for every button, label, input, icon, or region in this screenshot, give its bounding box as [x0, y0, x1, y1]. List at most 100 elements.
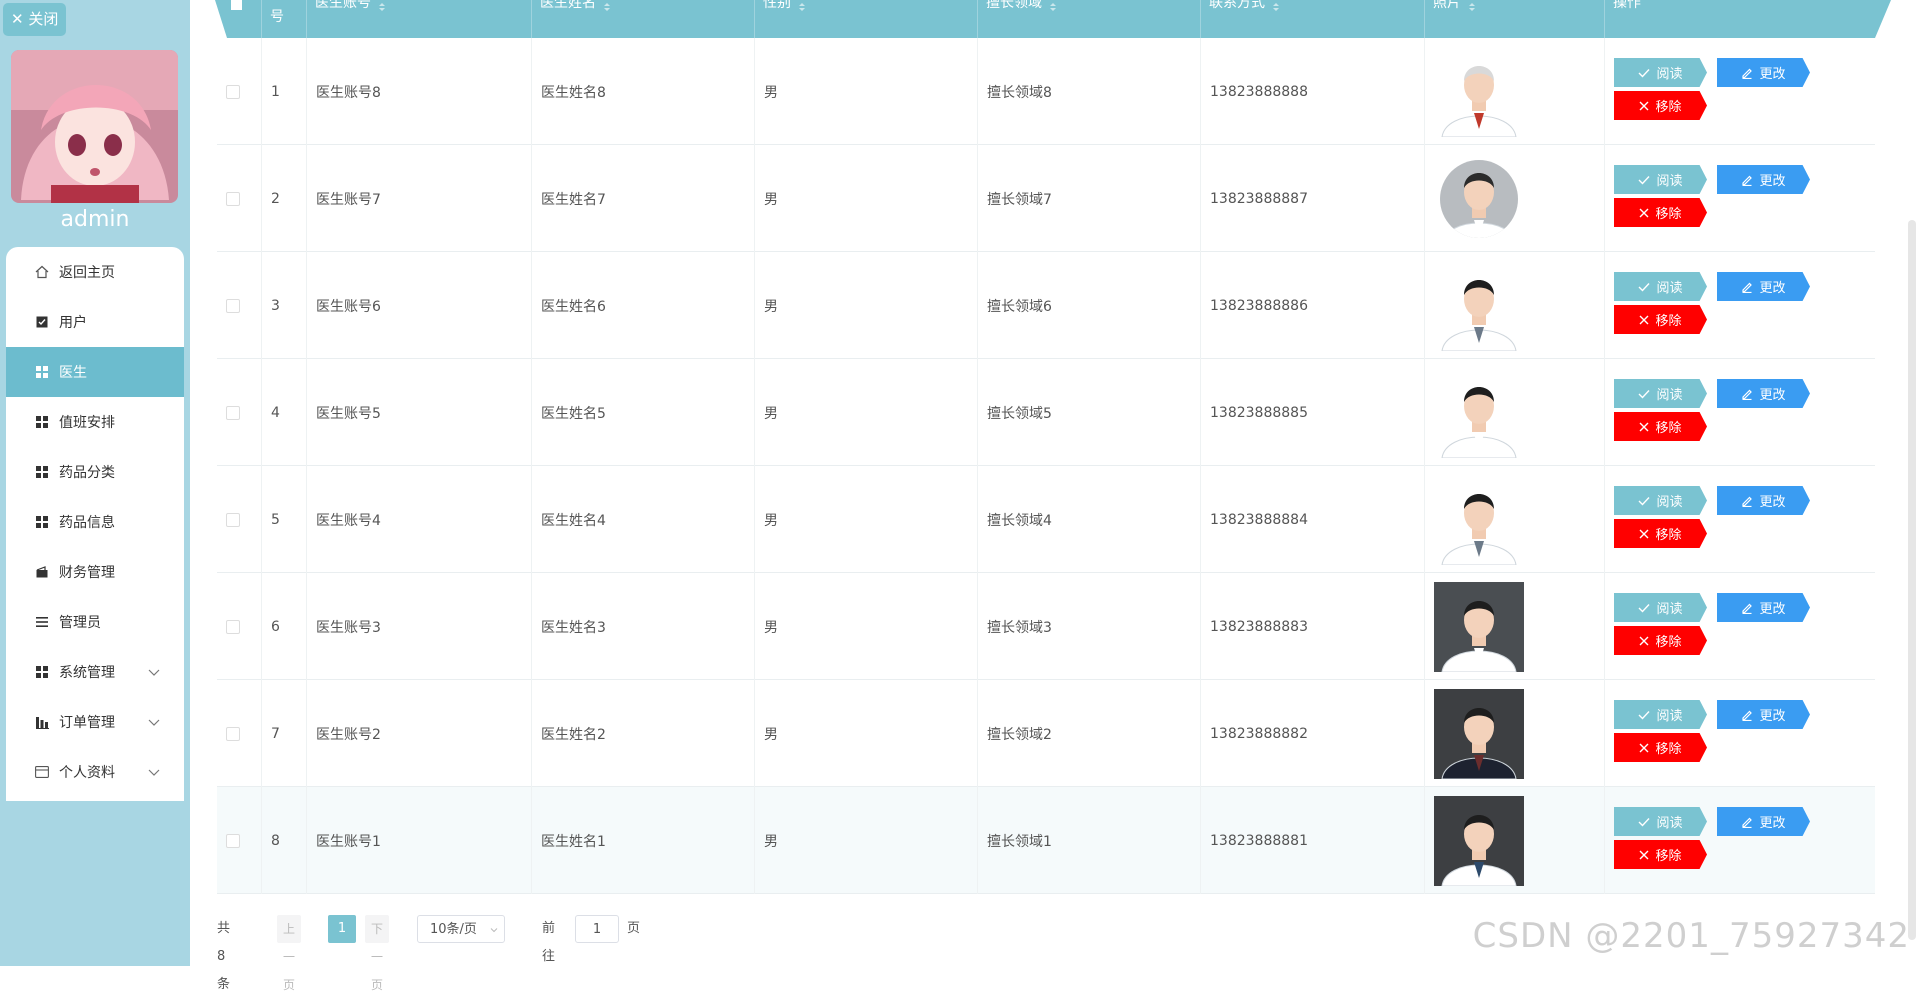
next-page-button[interactable]: 下一页	[365, 915, 390, 992]
sidebar-item-finance[interactable]: 财务管理	[6, 547, 184, 597]
row-checkbox[interactable]	[226, 619, 240, 634]
read-button[interactable]: 阅读	[1614, 700, 1707, 729]
edit-icon	[1741, 495, 1759, 507]
row-checkbox[interactable]	[226, 191, 240, 206]
header-select-all[interactable]	[217, 0, 262, 38]
sidebar-item-profile[interactable]: 个人资料	[6, 747, 184, 797]
close-icon	[1639, 101, 1655, 111]
sidebar-item-label: 值班安排	[59, 415, 115, 431]
delete-button[interactable]: 移除	[1614, 519, 1707, 548]
grid-icon	[35, 415, 49, 429]
row-checkbox[interactable]	[226, 405, 240, 420]
read-button[interactable]: 阅读	[1614, 379, 1707, 408]
table-row: 8 医生账号1 医生姓名1 男 擅长领域1 13823888881 阅读 更改 移除	[217, 787, 1875, 894]
edit-button[interactable]: 更改	[1717, 486, 1810, 515]
row-checkbox[interactable]	[226, 84, 240, 99]
delete-button[interactable]: 移除	[1614, 626, 1707, 655]
row-checkbox-cell	[217, 573, 262, 680]
photo-cell	[1425, 359, 1605, 466]
edit-button[interactable]: 更改	[1717, 379, 1810, 408]
edit-button[interactable]: 更改	[1717, 272, 1810, 301]
page-size-select[interactable]: 10条/页	[417, 915, 505, 943]
sidebar-item-doctors[interactable]: 医生	[6, 347, 184, 397]
read-button[interactable]: 阅读	[1614, 593, 1707, 622]
edit-button[interactable]: 更改	[1717, 165, 1810, 194]
close-icon	[1639, 529, 1655, 539]
header-photo[interactable]: 照片	[1425, 0, 1605, 38]
header-label: 照片	[1433, 0, 1461, 11]
delete-button[interactable]: 移除	[1614, 733, 1707, 762]
cell-text: 男	[764, 84, 778, 101]
cell-field: 擅长领域5	[978, 359, 1201, 466]
read-button[interactable]: 阅读	[1614, 165, 1707, 194]
sidebar-item-label: 药品信息	[59, 515, 115, 531]
edit-button[interactable]: 更改	[1717, 593, 1810, 622]
sidebar-item-orders[interactable]: 订单管理	[6, 697, 184, 747]
header-phone[interactable]: 联系方式	[1201, 0, 1425, 38]
header-gender[interactable]: 性别	[755, 0, 978, 38]
header-index[interactable]: 号	[262, 0, 307, 38]
doctor-photo	[1434, 688, 1524, 779]
read-button[interactable]: 阅读	[1614, 486, 1707, 515]
edit-button[interactable]: 更改	[1717, 58, 1810, 87]
header-name[interactable]: 医生姓名	[532, 0, 755, 38]
sidebar-item-drug-info[interactable]: 药品信息	[6, 497, 184, 547]
cell-field: 擅长领域8	[978, 38, 1201, 145]
cell-text: 13823888881	[1210, 832, 1308, 849]
chevron-down-icon	[148, 669, 160, 676]
close-icon	[1639, 636, 1655, 646]
sidebar-item-drug-category[interactable]: 药品分类	[6, 447, 184, 497]
sidebar-item-admins[interactable]: 管理员	[6, 597, 184, 647]
edit-button[interactable]: 更改	[1717, 807, 1810, 836]
prev-page-button[interactable]: 上一页	[277, 915, 302, 992]
row-checkbox[interactable]	[226, 298, 240, 313]
cell-gender: 男	[755, 573, 978, 680]
cell-text: 医生姓名5	[541, 405, 606, 422]
cell-text: 医生账号6	[316, 298, 381, 315]
row-checkbox[interactable]	[226, 726, 240, 741]
row-checkbox[interactable]	[226, 512, 240, 527]
read-button[interactable]: 阅读	[1614, 272, 1707, 301]
goto-page-input[interactable]: 1	[575, 915, 619, 943]
actions-cell: 阅读 更改 移除	[1605, 466, 1875, 573]
check-icon	[1638, 603, 1656, 613]
sidebar-item-system[interactable]: 系统管理	[6, 647, 184, 697]
cell-text: 医生姓名4	[541, 512, 606, 529]
read-button[interactable]: 阅读	[1614, 807, 1707, 836]
chevron-down-icon	[148, 719, 160, 726]
delete-button[interactable]: 移除	[1614, 91, 1707, 120]
header-field[interactable]: 擅长领域	[978, 0, 1201, 38]
sidebar-item-home[interactable]: 返回主页	[6, 247, 184, 297]
photo-cell	[1425, 573, 1605, 680]
delete-button[interactable]: 移除	[1614, 305, 1707, 334]
actions-cell: 阅读 更改 移除	[1605, 359, 1875, 466]
scrollbar[interactable]	[1908, 220, 1916, 940]
cell-name: 医生姓名8	[532, 38, 755, 145]
cell-text: 医生姓名1	[541, 833, 606, 850]
edit-button[interactable]: 更改	[1717, 700, 1810, 729]
sidebar-item-duty-schedule[interactable]: 值班安排	[6, 397, 184, 447]
actions-cell: 阅读 更改 移除	[1605, 680, 1875, 787]
cell-name: 医生姓名1	[532, 787, 755, 894]
delete-button[interactable]: 移除	[1614, 198, 1707, 227]
row-checkbox-cell	[217, 680, 262, 787]
sidebar-item-users[interactable]: 用户	[6, 297, 184, 347]
cell-gender: 男	[755, 252, 978, 359]
current-page-button[interactable]: 1	[328, 915, 356, 943]
button-label: 阅读	[1656, 602, 1683, 617]
cell-phone: 13823888885	[1201, 359, 1425, 466]
delete-button[interactable]: 移除	[1614, 412, 1707, 441]
actions-cell: 阅读 更改 移除	[1605, 252, 1875, 359]
sidebar-item-label: 个人资料	[59, 765, 115, 781]
cell-text: 擅长领域2	[987, 726, 1052, 743]
row-checkbox[interactable]	[226, 833, 240, 848]
cell-index: 2	[262, 145, 307, 252]
close-button[interactable]: ✕ 关闭	[3, 3, 67, 36]
sidebar-item-label: 管理员	[59, 615, 101, 631]
sidebar-item-label: 订单管理	[59, 715, 115, 731]
row-checkbox-cell	[217, 787, 262, 894]
header-account[interactable]: 医生账号	[307, 0, 532, 38]
delete-button[interactable]: 移除	[1614, 840, 1707, 869]
read-button[interactable]: 阅读	[1614, 58, 1707, 87]
edit-icon	[1741, 388, 1759, 400]
